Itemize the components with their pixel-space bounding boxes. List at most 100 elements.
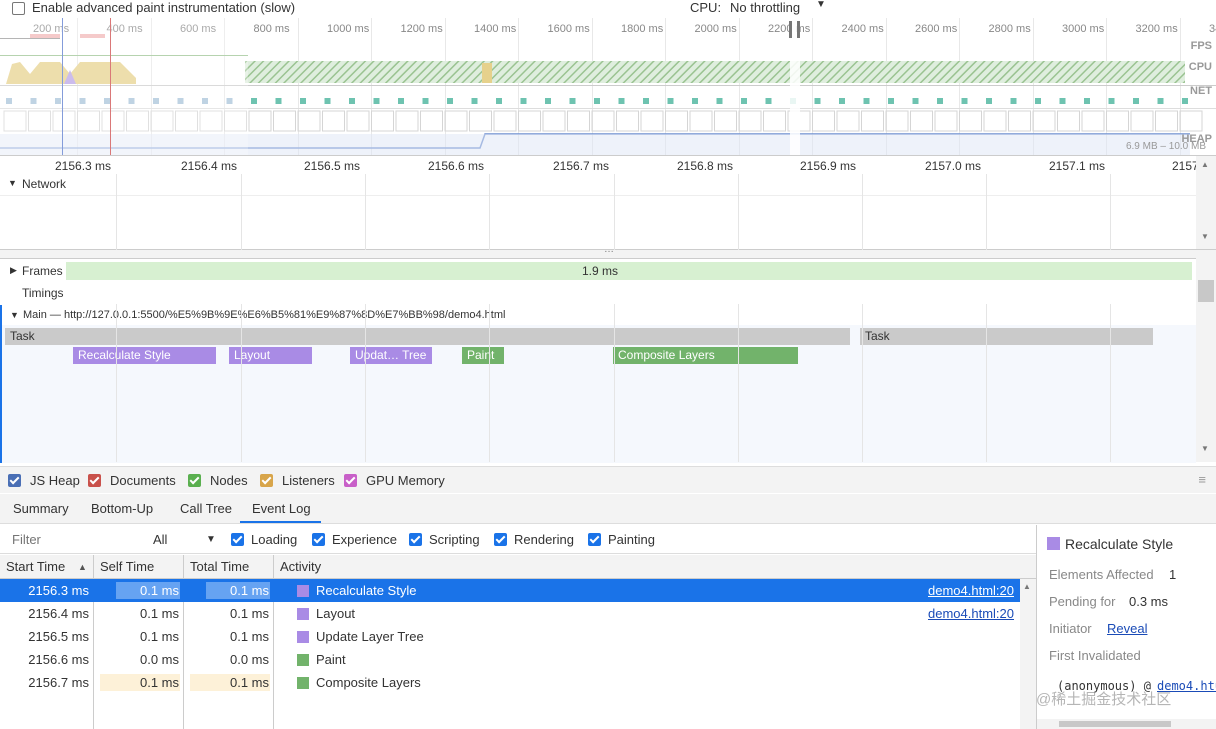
flame-gridline	[116, 304, 117, 462]
chevron-down-icon[interactable]: ▼	[206, 534, 216, 545]
activity-cell: Update Layer Tree	[316, 629, 424, 644]
cpu-throttling-select[interactable]: No throttling	[730, 0, 800, 15]
source-link[interactable]: demo4.html:20	[928, 579, 1014, 602]
filter-painting[interactable]: Painting	[588, 532, 655, 547]
frame-bar[interactable]: 1.9 ms	[66, 262, 1192, 280]
table-row[interactable]: 2156.6 ms 0.0 ms 0.0 ms Paint	[0, 648, 1020, 671]
start-time-cell: 2156.3 ms	[28, 583, 89, 598]
net-request-mark	[961, 98, 968, 104]
table-row[interactable]: 2156.5 ms 0.1 ms 0.1 ms Update Layer Tree	[0, 625, 1020, 648]
collapse-triangle-icon[interactable]: ▶	[10, 265, 17, 276]
net-request-mark	[692, 98, 698, 104]
memory-checkbox-documents[interactable]: Documents	[88, 473, 176, 488]
table-row[interactable]: 2156.3 ms 0.1 ms 0.1 ms Recalculate Style de…	[0, 579, 1020, 602]
col-self-time[interactable]: Self Time	[94, 555, 184, 579]
memory-counters: JS Heap Documents Nodes Listeners GPU Memory…	[0, 466, 1216, 493]
net-request-mark	[1157, 98, 1164, 104]
frame-box	[518, 110, 541, 132]
checkbox-icon	[312, 533, 325, 546]
filter-scripting[interactable]: Scripting	[409, 532, 480, 547]
tab-call-tree[interactable]: Call Tree	[180, 501, 232, 516]
memory-checkbox-listeners[interactable]: Listeners	[260, 473, 335, 488]
paint-event[interactable]: Paint	[462, 347, 504, 364]
filter-input[interactable]	[4, 528, 142, 550]
ruler-tick-label: 2156.9 ms	[800, 159, 857, 173]
network-scrollbar[interactable]: ▲ ▼	[1196, 156, 1216, 250]
flame-scrollbar[interactable]: ▼	[1196, 258, 1216, 462]
table-row[interactable]: 2156.7 ms 0.1 ms 0.1 ms Composite Layers	[0, 671, 1020, 694]
tab-bottom-up[interactable]: Bottom-Up	[91, 501, 153, 516]
flame-chart[interactable]: ▶ Frames 1.9 ms Timings ▼ Main — http://…	[0, 258, 1196, 463]
details-scrollbar[interactable]	[1037, 719, 1216, 729]
total-time-cell: 0.0 ms	[229, 652, 269, 667]
self-time-cell: 0.1 ms	[139, 675, 179, 690]
self-time-cell: 0.1 ms	[139, 583, 179, 598]
total-time-cell: 0.1 ms	[229, 583, 269, 598]
tab-event-log[interactable]: Event Log	[252, 501, 311, 516]
scroll-thumb[interactable]	[1198, 280, 1214, 302]
paint-instrumentation-checkbox[interactable]	[12, 1, 25, 16]
filter-bar: All ▼ Loading Experience Scripting Renderin…	[0, 525, 1036, 554]
scroll-up-icon[interactable]: ▲	[1201, 160, 1209, 169]
flame-gridline	[489, 304, 490, 462]
chevron-down-icon[interactable]: ▼	[816, 0, 826, 10]
memory-label: GPU Memory	[366, 473, 445, 488]
heap-range: 6.9 MB – 10.0 MB	[1125, 141, 1206, 152]
net-request-mark	[275, 98, 282, 104]
timeline-overview[interactable]: 200 ms 400 ms 600 ms 800 ms 1000 ms 1200 ms 14…	[0, 18, 1216, 156]
frames-track[interactable]: ▶ Frames 1.9 ms	[0, 262, 1196, 280]
expand-triangle-icon[interactable]: ▼	[10, 310, 19, 320]
net-request-mark	[863, 98, 870, 104]
filter-rendering[interactable]: Rendering	[494, 532, 574, 547]
net-request-mark	[251, 98, 257, 104]
network-track[interactable]: ▼ Network	[0, 174, 1196, 250]
scroll-down-icon[interactable]: ▼	[1201, 232, 1209, 241]
activity-cell: Layout	[316, 606, 356, 621]
split-resizer[interactable]: …	[0, 244, 1216, 258]
update-layer-tree-event[interactable]: Updat… Tree	[350, 347, 432, 364]
total-time-cell: 0.1 ms	[229, 629, 269, 644]
net-request-mark	[814, 98, 821, 104]
menu-icon[interactable]: ≡	[1198, 472, 1206, 487]
ruler-tick-label: 2156.6 ms	[428, 159, 485, 173]
col-activity[interactable]: Activity	[274, 555, 1036, 579]
frame-box	[493, 110, 517, 132]
ruler-tick-label: 2157.1 ms	[1049, 159, 1106, 173]
source-link[interactable]: demo4.html:20	[928, 602, 1014, 625]
total-time-cell: 0.1 ms	[229, 675, 269, 690]
memory-checkbox-nodes[interactable]: Nodes	[188, 473, 248, 488]
recalculate-style-event[interactable]: Recalculate Style	[73, 347, 216, 364]
table-row[interactable]: 2156.4 ms 0.1 ms 0.1 ms Layout demo4.html:20	[0, 602, 1020, 625]
frame-box	[297, 110, 321, 132]
frame-box	[616, 110, 639, 132]
filter-experience[interactable]: Experience	[312, 532, 397, 547]
composite-layers-event[interactable]: Composite Layers	[613, 347, 798, 364]
frame-box	[738, 110, 762, 132]
memory-label: Nodes	[210, 473, 248, 488]
flame-gridline	[365, 304, 366, 462]
filter-loading[interactable]: Loading	[231, 532, 297, 547]
reveal-link[interactable]: Reveal	[1107, 621, 1147, 636]
net-request-mark	[667, 98, 674, 104]
ruler-tick-label: 2157	[1172, 159, 1199, 173]
expand-triangle-icon[interactable]: ▼	[8, 178, 17, 188]
overview-graphs	[0, 18, 1216, 155]
scroll-down-icon[interactable]: ▼	[1201, 444, 1209, 453]
col-total-time[interactable]: Total Time	[184, 555, 274, 579]
frame-box	[420, 110, 443, 132]
net-request-mark	[545, 98, 551, 104]
task-event[interactable]: Task	[5, 328, 850, 345]
frame-box	[1130, 110, 1154, 132]
activity-cell: Recalculate Style	[316, 583, 417, 598]
memory-checkbox-gpu-memory[interactable]: GPU Memory	[344, 473, 445, 488]
scroll-up-icon[interactable]: ▲	[1023, 582, 1031, 591]
tab-summary[interactable]: Summary	[13, 501, 69, 516]
filter-label: Painting	[608, 532, 655, 547]
frame-box	[248, 110, 272, 132]
memory-checkbox-js-heap[interactable]: JS Heap	[8, 473, 80, 488]
frame-box	[910, 110, 933, 132]
col-start-time[interactable]: Start Time ▲	[0, 555, 94, 579]
category-select[interactable]: All	[153, 532, 167, 547]
table-scrollbar[interactable]: ▲	[1020, 579, 1036, 729]
frame-box	[763, 110, 786, 132]
